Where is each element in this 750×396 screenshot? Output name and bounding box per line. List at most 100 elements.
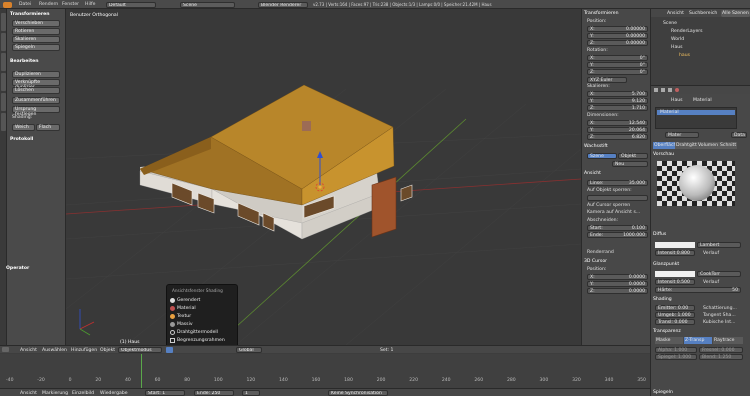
trans-mode-z[interactable]: Z-Transp [684,337,712,344]
transform-section-title[interactable]: Transformieren [584,11,618,16]
tab-volume[interactable]: Volumen [697,142,719,149]
specular-alpha-field[interactable]: Spiegel: 1.000 [655,354,697,360]
tab-physics[interactable] [1,93,6,111]
orientation-select[interactable]: Global [236,346,262,353]
transform-panel-title[interactable]: Transformieren [10,12,50,17]
end-frame-field[interactable]: Ende: 250 [194,389,234,396]
diffuse-shader-select[interactable]: Lambert [697,242,741,248]
emit-field[interactable]: Emitter: 0.00 [655,305,695,311]
material-tab-icon[interactable] [675,88,679,92]
outliner-display-select[interactable]: Alle Szenen [721,10,750,17]
material-slot-item[interactable]: Material [657,110,735,115]
add-menu[interactable]: Hinzufügen [71,348,97,353]
material-name-field[interactable]: Mater [665,132,699,138]
outliner-menu-search[interactable]: Suchbereich [689,11,717,16]
scale-y-field[interactable]: Y: 9.120 [587,98,648,104]
ambient-field[interactable]: Umgeb: 1.000 [655,312,695,318]
set-origin-button[interactable]: Ursprung festlegen [12,106,60,117]
outliner-world[interactable]: World [671,37,684,42]
timeline-playback-menu[interactable]: Wiedergabe [100,391,128,396]
cursor-y-field[interactable]: Y: 0.0000 [587,281,648,287]
join-button[interactable]: Zusammenführen [12,97,60,104]
diffuse-ramp-checkbox[interactable]: Verlauf [703,251,719,256]
diffuse-color-swatch[interactable] [655,242,695,248]
mode-select[interactable]: Objektmodus [118,346,162,353]
trans-mode-mask[interactable]: Maske [655,337,683,344]
popup-item-texture[interactable]: Textur [167,312,239,320]
alpha-field[interactable]: Alpha: 1.000 [655,347,697,353]
cubic-interpolation-checkbox[interactable]: Kubische Int... [703,320,735,325]
tab-halo[interactable]: Schnitt [719,142,738,149]
scale-button[interactable]: Skalieren [12,36,60,43]
menu-render[interactable]: Rendern [39,2,58,7]
lock-camera-checkbox[interactable]: Kamera auf Ansicht s... [587,210,640,215]
outliner-object-haus[interactable]: Haus [671,45,683,50]
select-menu[interactable]: Auswählen [42,348,67,353]
menu-help[interactable]: Hilfe [85,2,95,7]
outliner-mesh-haus[interactable]: haus [679,53,690,58]
specular-intensity-field[interactable]: Intensit 0.500 [655,279,695,285]
hardness-field[interactable]: Härte: 50 [655,287,741,293]
outliner-scene[interactable]: Scene [663,21,677,26]
viewport-shading-button[interactable] [166,347,173,353]
sync-select[interactable]: Keine Synchronisation [328,389,388,396]
popup-item-rendered[interactable]: Gerendert [167,296,239,304]
clip-start-field[interactable]: Start: 0.100 [587,225,648,231]
specular-shader-select[interactable]: CookTorr [697,271,741,277]
history-panel-title[interactable]: Protokoll [10,137,33,142]
grease-scene-button[interactable]: Szene [587,153,617,159]
rotation-x-field[interactable]: X: 0° [587,55,648,61]
timeline-view-menu[interactable]: Ansicht [20,391,37,396]
location-y-field[interactable]: Y: 0.00000 [587,33,648,39]
menu-file[interactable]: Datei [19,2,31,7]
rotation-mode-select[interactable]: XYZ Euler [587,77,627,83]
tab-create[interactable] [1,33,6,51]
popup-item-solid[interactable]: Massiv [167,320,239,328]
editor-type-icon[interactable] [2,347,9,352]
view-menu[interactable]: Ansicht [20,348,37,353]
scale-x-field[interactable]: X: 5.700 [587,91,648,97]
outliner-renderlayers[interactable]: RenderLayers [671,29,703,34]
blend-field[interactable]: Blend: 1.250 [699,354,743,360]
menu-window[interactable]: Fenster [62,2,79,7]
popup-item-wireframe[interactable]: Drahtgittermodell [167,328,239,336]
dimension-y-field[interactable]: Y: 20.064 [587,127,648,133]
delete-button[interactable]: Löschen [12,87,60,94]
dimension-z-field[interactable]: Z: 6.820 [587,134,648,140]
3d-cursor-section-title[interactable]: 3D Cursor [584,259,607,264]
specular-color-swatch[interactable] [655,271,695,277]
tab-relations[interactable] [1,53,6,71]
tangent-shading-checkbox[interactable]: Tangent Sha... [703,313,736,318]
dimension-x-field[interactable]: X: 12.540 [587,120,648,126]
duplicate-linked-button[interactable]: Verknüpfte duplizier... [12,79,60,90]
cursor-z-field[interactable]: Z: 0.0000 [587,288,648,294]
timeline[interactable]: -40 -20 0 20 40 60 80 100 120 140 160 18… [0,354,650,388]
tab-tools[interactable] [1,13,6,31]
outliner-menu-view[interactable]: Ansicht [667,11,684,16]
rotation-y-field[interactable]: Y: 0° [587,62,648,68]
tab-wire[interactable]: Drahtgitt [675,142,698,149]
specular-ramp-checkbox[interactable]: Verlauf [703,280,719,285]
preview-section-title[interactable]: Vorschau [653,152,674,157]
renderer-selector[interactable]: Blender Renderer [258,1,308,8]
start-frame-field[interactable]: Start: 1 [145,389,185,396]
diffuse-intensity-field[interactable]: Intensit 0.800 [655,250,695,256]
layers-tab-icon[interactable] [661,88,665,92]
shading-section-title[interactable]: Shading [653,297,672,302]
transparency-section-title[interactable]: Transparenz [653,329,681,334]
edit-panel-title[interactable]: Bearbeiten [10,59,39,64]
smooth-button[interactable]: Weich [12,124,35,131]
grease-object-button[interactable]: Objekt [618,153,648,159]
cursor-x-field[interactable]: X: 0.0000 [587,274,648,280]
blender-logo-icon[interactable] [3,1,12,8]
tab-grease[interactable] [1,113,6,131]
translate-button[interactable]: Verschieben [12,20,60,27]
trans-mode-raytrace[interactable]: Raytrace [713,337,743,344]
timeline-marker-menu[interactable]: Markierung [42,391,68,396]
scale-z-field[interactable]: Z: 1.710 [587,105,648,111]
rotate-button[interactable]: Rotieren [12,28,60,35]
grease-pencil-section-title[interactable]: Wachsstift [584,144,608,149]
mirror-button[interactable]: Spiegeln [12,44,60,51]
data-link-select[interactable]: Data [731,132,747,138]
fresnel-field[interactable]: Fresnel: 0.000 [699,347,743,353]
